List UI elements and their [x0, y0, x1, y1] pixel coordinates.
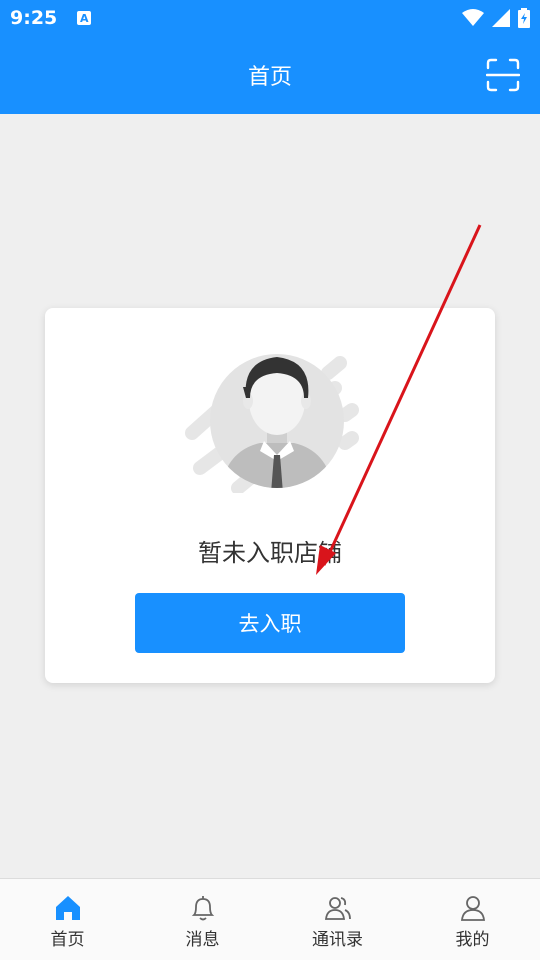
bell-icon [191, 896, 214, 921]
empty-store-card: 暂未入职店铺 去入职 [45, 308, 495, 683]
battery-icon [518, 8, 530, 28]
tab-label: 我的 [455, 930, 490, 950]
home-icon [55, 896, 80, 920]
join-store-button[interactable]: 去入职 [135, 593, 405, 653]
contacts-icon [324, 897, 351, 920]
user-icon [460, 896, 485, 921]
notification-a-icon: A [77, 11, 92, 25]
tab-contacts[interactable]: 通讯录 [270, 879, 405, 960]
wifi-icon [462, 9, 484, 26]
app-header: 首页 [0, 36, 540, 114]
status-icons [462, 8, 530, 28]
empty-store-text: 暂未入职店铺 [198, 539, 342, 567]
tab-home[interactable]: 首页 [0, 879, 135, 960]
status-bar: 9:25 A [0, 0, 540, 36]
signal-icon [492, 9, 510, 27]
avatar-placeholder-icon [185, 354, 359, 493]
tab-label: 首页 [50, 930, 85, 950]
tab-label: 消息 [185, 930, 220, 950]
tab-mine[interactable]: 我的 [405, 879, 540, 960]
tab-label: 通讯录 [312, 930, 363, 950]
scan-icon[interactable] [486, 58, 520, 92]
page-title: 首页 [247, 65, 292, 90]
bottom-tab-bar: 首页 消息 通讯录 我的 [0, 878, 540, 960]
tab-messages[interactable]: 消息 [135, 879, 270, 960]
status-time: 9:25 [10, 7, 58, 29]
